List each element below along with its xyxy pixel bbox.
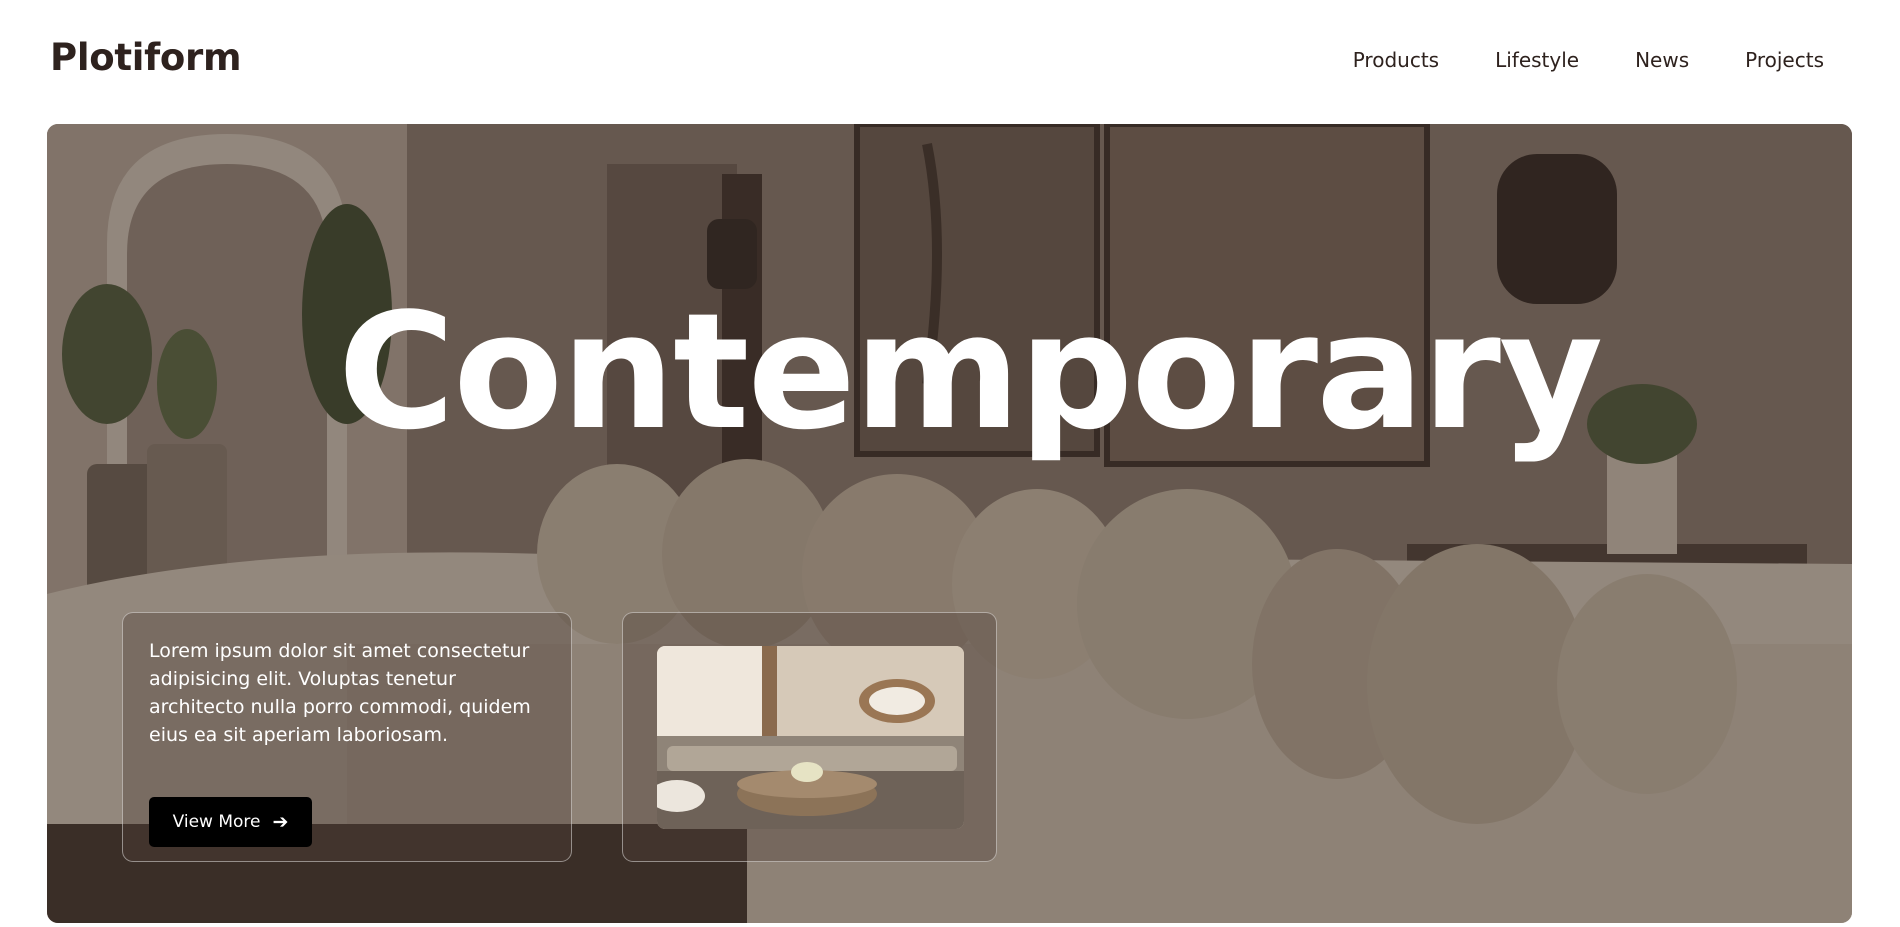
main-nav: Products Lifestyle News Projects (1353, 48, 1824, 72)
thumbnail-image (657, 646, 964, 829)
nav-projects[interactable]: Projects (1745, 48, 1824, 72)
hero-title: Contemporary (337, 278, 1604, 465)
intro-card: Lorem ipsum dolor sit amet consectetur a… (122, 612, 572, 862)
living-room-thumbnail[interactable] (657, 646, 964, 829)
brand-logo[interactable]: Plotiform (50, 36, 242, 79)
view-more-label: View More (172, 812, 261, 832)
view-more-button[interactable]: View More ➔ (149, 797, 312, 847)
page-bottom-edge (0, 923, 1900, 927)
intro-text: Lorem ipsum dolor sit amet consectetur a… (149, 640, 531, 746)
nav-lifestyle[interactable]: Lifestyle (1495, 48, 1579, 72)
thumbnail-card[interactable] (622, 612, 997, 862)
nav-news[interactable]: News (1635, 48, 1689, 72)
arrow-right-icon: ➔ (272, 811, 289, 833)
hero-section: Contemporary Lorem ipsum dolor sit amet … (47, 124, 1852, 923)
nav-products[interactable]: Products (1353, 48, 1439, 72)
